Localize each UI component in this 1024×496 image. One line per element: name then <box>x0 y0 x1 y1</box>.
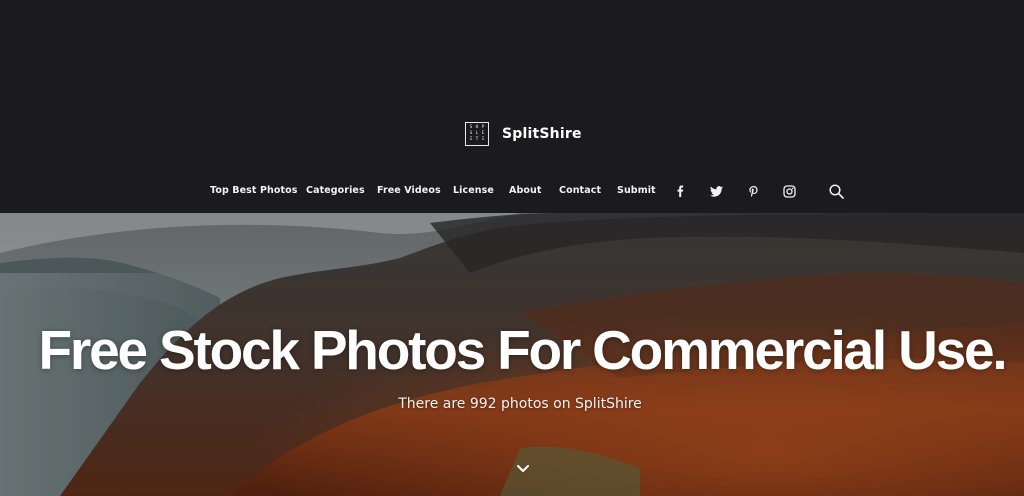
nav-item-top-best-photos[interactable]: Top Best Photos <box>210 180 298 202</box>
instagram-icon[interactable] <box>780 182 798 200</box>
site-header: S H P S L E I T I SplitShire Top Best Ph… <box>0 0 1024 213</box>
facebook-icon[interactable] <box>671 182 689 200</box>
hero-headline: Free Stock Photos For Commercial Use. <box>38 319 1008 381</box>
brand-name: SplitShire <box>502 126 582 142</box>
logo-letter: I <box>481 137 485 142</box>
nav-item-contact[interactable]: Contact <box>559 180 601 202</box>
nav-item-categories[interactable]: Categories <box>306 180 365 202</box>
twitter-icon[interactable] <box>707 182 725 200</box>
pinterest-icon[interactable] <box>744 182 762 200</box>
nav-item-free-videos[interactable]: Free Videos <box>377 180 441 202</box>
search-icon[interactable] <box>827 182 845 200</box>
main-nav: Top Best Photos Categories Free Videos L… <box>0 180 1024 202</box>
site-logo[interactable]: S H P S L E I T I SplitShire <box>465 122 582 146</box>
nav-item-license[interactable]: License <box>453 180 494 202</box>
nav-item-about[interactable]: About <box>509 180 541 202</box>
logo-mark-icon: S H P S L E I T I <box>465 122 489 146</box>
nav-item-submit[interactable]: Submit <box>617 180 656 202</box>
hero-subline: There are 992 photos on SplitShire <box>398 396 642 412</box>
chevron-down-icon[interactable] <box>515 462 531 476</box>
